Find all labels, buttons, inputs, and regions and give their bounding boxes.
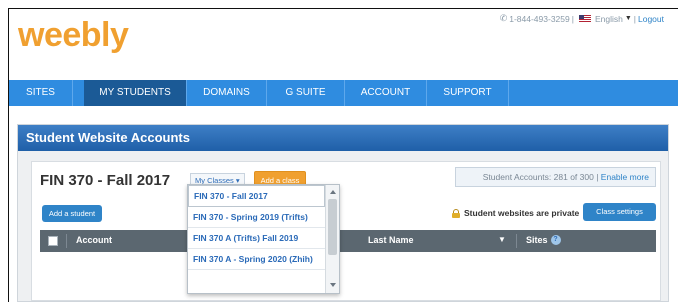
phone-icon: ✆ [499, 13, 508, 23]
top-links: ✆ 1-844-493-3259 | English ▼ | Logout [500, 13, 664, 24]
nav-domains[interactable]: DOMAINS [187, 80, 267, 106]
class-option[interactable]: FIN 370 - Spring 2019 (Trifts) [188, 207, 325, 228]
phone-number: 1-844-493-3259 [509, 13, 570, 24]
separator: | [571, 13, 574, 24]
column-account[interactable]: Account [76, 235, 112, 245]
chevron-down-icon[interactable]: ▼ [625, 15, 632, 22]
separator: | [633, 13, 636, 24]
logout-link[interactable]: Logout [638, 14, 664, 24]
add-student-button[interactable]: Add a student [42, 205, 102, 222]
scroll-up-icon[interactable] [330, 190, 336, 194]
student-accounts-panel: Student Website Accounts FIN 370 - Fall … [17, 124, 669, 302]
menu-scrollbar[interactable] [325, 185, 339, 293]
nav-g-suite[interactable]: G SUITE [267, 80, 345, 106]
help-icon[interactable]: ? [550, 235, 561, 245]
enable-more-link[interactable]: Enable more [601, 172, 649, 182]
nav-support[interactable]: SUPPORT [427, 80, 509, 106]
class-list: FIN 370 - Fall 2017 FIN 370 - Spring 201… [188, 185, 325, 293]
weebly-logo[interactable]: weebly [18, 16, 129, 55]
class-option[interactable]: FIN 370 - Fall 2017 [188, 185, 325, 207]
sort-down-icon[interactable]: ▼ [498, 235, 506, 244]
separator: | [596, 172, 599, 182]
privacy-status: Student websites are private [452, 208, 579, 218]
language-selector[interactable]: English [595, 14, 623, 24]
my-classes-menu: FIN 370 - Fall 2017 FIN 370 - Spring 201… [187, 184, 340, 294]
us-flag-icon [578, 14, 591, 23]
nav-sites[interactable]: SITES [9, 80, 73, 106]
column-last-name[interactable]: Last Name [368, 235, 414, 245]
class-option[interactable]: FIN 370 A - Spring 2020 (Zhih) [188, 249, 325, 270]
class-option[interactable]: FIN 370 A (Trifts) Fall 2019 [188, 228, 325, 249]
panel-title: Student Website Accounts [18, 125, 668, 151]
class-settings-button[interactable]: Class settings [583, 203, 656, 221]
nav-my-students[interactable]: MY STUDENTS [84, 80, 187, 106]
lock-icon [452, 208, 460, 218]
class-title: FIN 370 - Fall 2017 [40, 172, 171, 189]
main-nav: SITES MY STUDENTS DOMAINS G SUITE ACCOUN… [9, 80, 678, 106]
nav-account[interactable]: ACCOUNT [345, 80, 427, 106]
class-content: FIN 370 - Fall 2017 My Classes ▾ Add a c… [31, 161, 661, 301]
column-divider [516, 234, 517, 248]
privacy-text: Student websites are private [464, 208, 580, 218]
column-sites-label: Sites [526, 235, 548, 245]
accounts-count: Student Accounts: 281 of 300 [482, 172, 594, 182]
student-accounts-quota: Student Accounts: 281 of 300 | Enable mo… [455, 167, 656, 187]
select-all-checkbox[interactable] [48, 236, 58, 246]
students-table-header: Account Last Name ▼ Sites ? [40, 230, 656, 252]
column-sites[interactable]: Sites ? [526, 235, 561, 245]
scroll-down-icon[interactable] [330, 283, 336, 287]
scroll-thumb[interactable] [328, 199, 337, 255]
column-divider [66, 234, 67, 248]
